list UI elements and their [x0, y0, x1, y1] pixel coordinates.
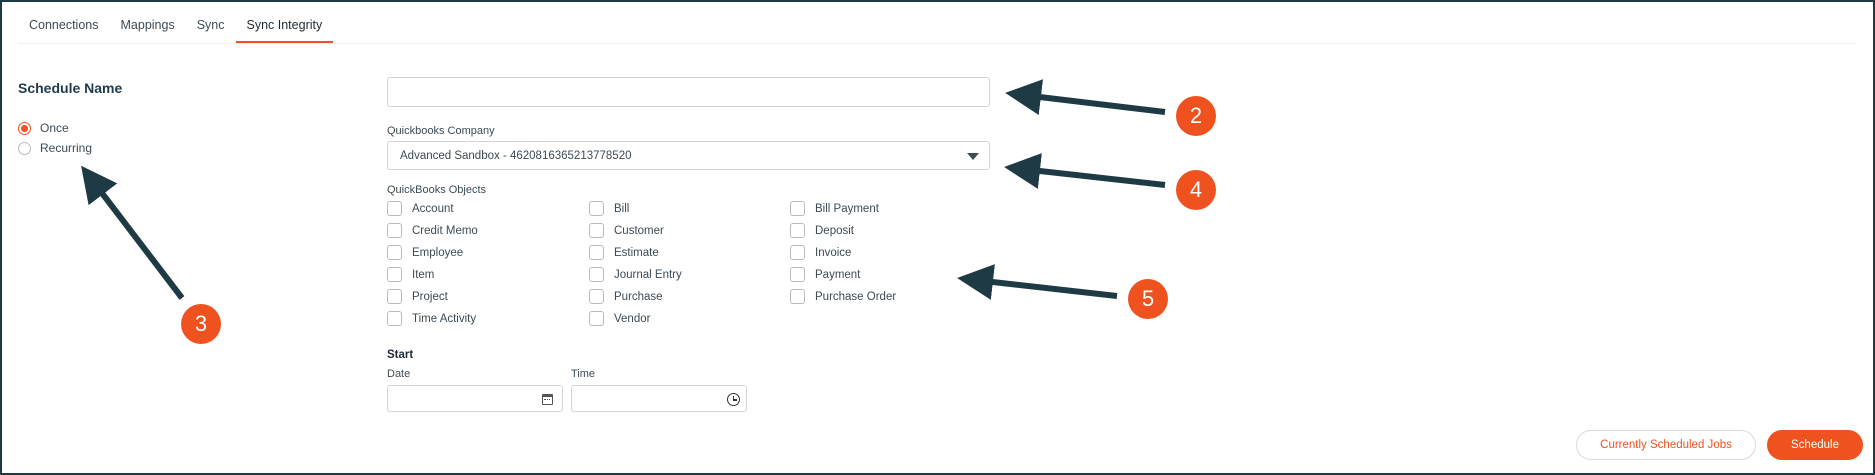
arrow-2: [1005, 79, 1166, 116]
annotation-badge-5: 5: [1128, 279, 1168, 319]
annotation-badge-3: 3: [181, 304, 221, 344]
annotation-badge-4: 4: [1176, 170, 1216, 210]
arrow-5: [957, 264, 1118, 300]
arrow-4: [1004, 153, 1166, 189]
annotation-arrows: [81, 79, 1166, 300]
arrow-3: [81, 165, 185, 300]
annotation-badge-2: 2: [1176, 96, 1216, 136]
